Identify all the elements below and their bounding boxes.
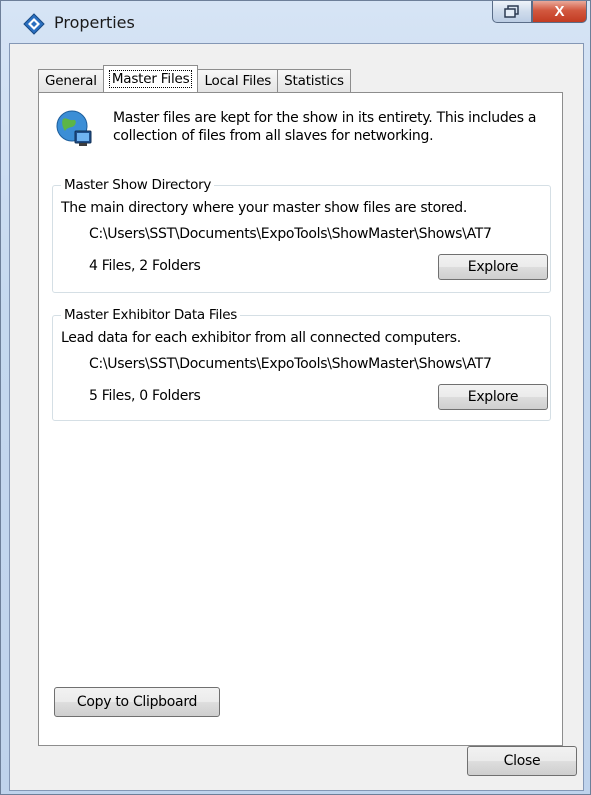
title-bar[interactable]: Properties X <box>1 1 590 41</box>
globe-network-icon <box>56 110 92 146</box>
group-title: Master Exhibitor Data Files <box>61 307 240 323</box>
window-title: Properties <box>54 13 135 32</box>
tab-strip: General Master Files Local Files Statist… <box>38 65 351 92</box>
restore-icon <box>504 4 519 18</box>
group-description: Lead data for each exhibitor from all co… <box>61 330 461 346</box>
tab-statistics[interactable]: Statistics <box>277 69 351 92</box>
group-title: Master Show Directory <box>61 177 215 193</box>
properties-window: Properties X General Master Files Local … <box>0 0 591 795</box>
file-count: 4 Files, 2 Folders <box>89 258 201 274</box>
directory-path: C:\Users\SST\Documents\ExpoTools\ShowMas… <box>89 356 492 372</box>
explore-show-directory-button[interactable]: Explore <box>438 254 548 280</box>
restore-button[interactable] <box>492 1 532 23</box>
intro-description: Master files are kept for the show in it… <box>113 110 537 144</box>
window-close-button[interactable]: X <box>532 1 587 23</box>
master-files-panel: Master files are kept for the show in it… <box>38 92 563 746</box>
tab-master-files[interactable]: Master Files <box>102 65 199 92</box>
close-icon: X <box>554 3 565 20</box>
copy-to-clipboard-button[interactable]: Copy to Clipboard <box>54 687 220 717</box>
group-description: The main directory where your master sho… <box>61 200 468 216</box>
close-button[interactable]: Close <box>467 746 577 776</box>
properties-diamond-icon <box>23 13 45 35</box>
master-show-directory-group: Master Show Directory The main directory… <box>52 177 551 293</box>
file-count: 5 Files, 0 Folders <box>89 388 201 404</box>
dialog-client-area: General Master Files Local Files Statist… <box>9 43 584 791</box>
master-exhibitor-data-group: Master Exhibitor Data Files Lead data fo… <box>52 307 551 421</box>
explore-exhibitor-data-button[interactable]: Explore <box>438 384 548 410</box>
tab-general[interactable]: General <box>38 69 104 92</box>
directory-path: C:\Users\SST\Documents\ExpoTools\ShowMas… <box>89 226 492 242</box>
tab-local-files[interactable]: Local Files <box>197 69 279 92</box>
